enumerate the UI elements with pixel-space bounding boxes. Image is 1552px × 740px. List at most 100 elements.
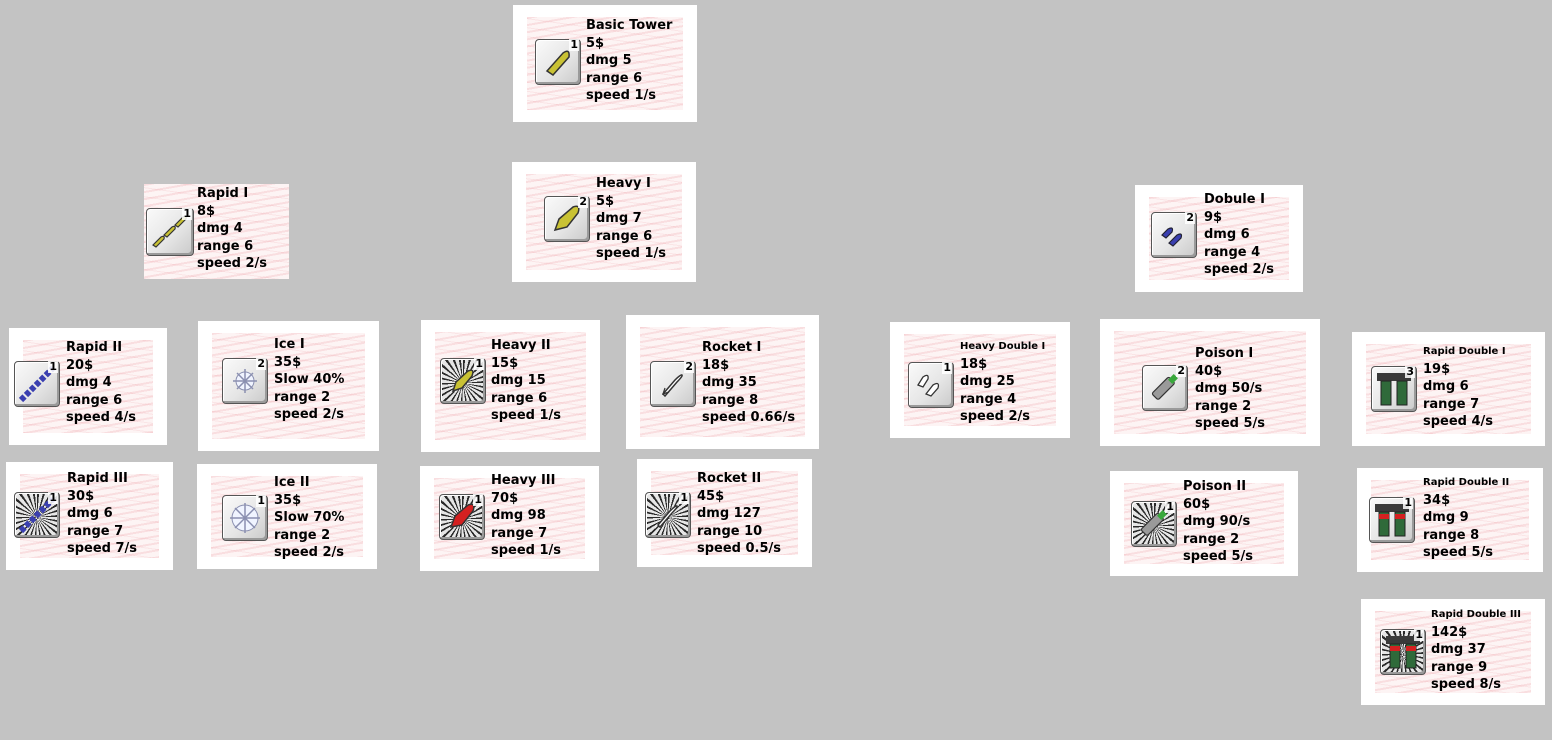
tower-effect: Slow 70% [274, 510, 345, 525]
tower-cost: 18$ [960, 356, 988, 372]
rapid-chain-burst-icon[interactable]: 1 [14, 492, 60, 538]
twin-barrel-red-burst-icon[interactable]: 1 [1380, 629, 1426, 675]
rocket-burst-icon[interactable]: 1 [645, 492, 691, 538]
tower-speed: speed 1/s [491, 408, 562, 423]
tower-level: 1 [1414, 628, 1424, 641]
poison-canister-icon[interactable]: 2 [1142, 365, 1188, 411]
tower-level: 1 [569, 38, 579, 51]
tower-speed: speed 7/s [67, 541, 138, 556]
tower-cost: 35$ [274, 492, 302, 508]
tower-card-ice-1[interactable]: 2 Ice I 35$ Slow 40% range 2 speed 2/s [198, 321, 379, 451]
tower-cost: 60$ [1183, 496, 1211, 512]
tower-damage: dmg 90/s [1183, 514, 1251, 529]
tower-cost: 45$ [697, 488, 725, 504]
tower-level: 2 [578, 195, 588, 208]
heavy-bullet-burst-icon[interactable]: 1 [440, 358, 486, 404]
tower-card-rapid-1[interactable]: 1 Rapid I 8$ dmg 4 range 6 speed 2/s [144, 184, 289, 279]
tower-card-ice-2[interactable]: 1 Ice II 35$ Slow 70% range 2 speed 2/s [197, 464, 377, 569]
snowflake-large-icon[interactable]: 1 [222, 495, 268, 541]
tower-speed: speed 5/s [1183, 549, 1254, 564]
tower-damage: dmg 25 [960, 374, 1015, 389]
tower-damage: dmg 6 [1423, 379, 1469, 394]
tower-level: 1 [256, 494, 266, 507]
tower-speed: speed 5/s [1195, 416, 1266, 431]
tower-card-rapid-3[interactable]: 1 Rapid III 30$ dmg 6 range 7 speed 7/s [6, 462, 173, 570]
tower-damage: dmg 127 [697, 506, 761, 521]
tower-level: 2 [256, 357, 266, 370]
twin-barrel-icon[interactable]: 3 [1371, 366, 1417, 412]
tower-name: Heavy I [596, 176, 651, 191]
tower-speed: speed 1/s [586, 88, 657, 103]
tower-speed: speed 4/s [66, 410, 137, 425]
tower-level: 2 [1185, 211, 1195, 224]
tower-damage: dmg 4 [197, 221, 243, 236]
tower-level: 1 [48, 491, 58, 504]
tower-card-heavy-1[interactable]: 2 Heavy I 5$ dmg 7 range 6 speed 1/s [512, 162, 696, 282]
tower-speed: speed 5/s [1423, 545, 1494, 560]
tower-range: range 6 [596, 228, 653, 244]
poison-canister-burst-icon[interactable]: 1 [1131, 501, 1177, 547]
tower-card-rapid-double-1[interactable]: 3 Rapid Double I 19$ dmg 6 range 7 speed… [1352, 332, 1545, 446]
tower-level: 1 [1403, 496, 1413, 509]
tower-card-poison-2[interactable]: 1 Poison II 60$ dmg 90/s range 2 speed 5… [1110, 471, 1298, 576]
tower-damage: dmg 9 [1423, 510, 1469, 525]
tower-speed: speed 2/s [274, 407, 345, 422]
tower-cost: 9$ [1204, 209, 1223, 225]
tower-card-rapid-2[interactable]: 1 Rapid II 20$ dmg 4 range 6 speed 4/s [9, 328, 167, 445]
tower-level: 1 [182, 207, 192, 220]
tower-name: Rocket I [702, 340, 762, 355]
tower-range: range 6 [586, 70, 643, 86]
tower-level: 1 [1165, 500, 1175, 513]
tower-speed: speed 2/s [274, 545, 345, 560]
tower-card-double-1[interactable]: 2 Dobule I 9$ dmg 6 range 4 speed 2/s [1135, 185, 1303, 292]
tower-card-rapid-double-2[interactable]: 1 Rapid Double II 34$ dmg 9 range 8 spee… [1357, 468, 1543, 572]
tower-card-rocket-2[interactable]: 1 Rocket II 45$ dmg 127 range 10 speed 0… [637, 459, 812, 567]
tower-speed: speed 2/s [960, 409, 1031, 424]
tower-cost: 5$ [596, 193, 615, 209]
tower-damage: dmg 50/s [1195, 381, 1263, 396]
tower-damage: dmg 35 [702, 375, 757, 390]
tower-card-heavy-2[interactable]: 1 Heavy II 15$ dmg 15 range 6 speed 1/s [421, 320, 600, 452]
tower-range: range 6 [491, 390, 548, 406]
tower-range: range 4 [960, 391, 1017, 407]
tower-range: range 8 [1423, 527, 1480, 543]
tower-range: range 8 [702, 392, 759, 408]
tower-name: Dobule I [1204, 192, 1265, 207]
red-heavy-bullet-burst-icon[interactable]: 1 [439, 494, 485, 540]
tower-level: 1 [474, 357, 484, 370]
rapid-chain-icon[interactable]: 1 [14, 361, 60, 407]
tower-speed: speed 1/s [491, 543, 562, 558]
rapid-bullets-icon[interactable]: 1 [146, 208, 194, 256]
tower-cost: 15$ [491, 355, 519, 371]
tower-card-rocket-1[interactable]: 2 Rocket I 18$ dmg 35 range 8 speed 0.66… [626, 315, 819, 449]
tower-card-heavy-double-1[interactable]: 1 Heavy Double I 18$ dmg 25 range 4 spee… [890, 322, 1070, 438]
snowflake-icon[interactable]: 2 [222, 358, 268, 404]
double-bullets-icon[interactable]: 2 [1151, 212, 1197, 258]
twin-barrel-red-icon[interactable]: 1 [1369, 497, 1415, 543]
heavy-bullet-icon[interactable]: 2 [544, 196, 590, 242]
tower-name: Ice II [274, 475, 310, 490]
rocket-icon[interactable]: 2 [650, 361, 696, 407]
tower-cost: 70$ [491, 490, 519, 506]
tower-damage: dmg 6 [1204, 227, 1250, 242]
tower-card-poison-1[interactable]: 2 Poison I 40$ dmg 50/s range 2 speed 5/… [1100, 319, 1320, 446]
tower-range: range 2 [274, 527, 331, 543]
tower-level: 1 [48, 360, 58, 373]
tower-card-basic[interactable]: 1 Basic Tower 5$ dmg 5 range 6 speed 1/s [513, 5, 697, 122]
tower-cost: 19$ [1423, 361, 1451, 377]
tower-damage: dmg 4 [66, 375, 112, 390]
tower-level: 2 [1176, 364, 1186, 377]
basic-bullet-icon[interactable]: 1 [535, 39, 581, 85]
tower-level: 2 [684, 360, 694, 373]
tower-name: Rapid II [66, 340, 123, 355]
tower-name: Rapid Double II [1423, 477, 1510, 488]
tower-card-heavy-3[interactable]: 1 Heavy III 70$ dmg 98 range 7 speed 1/s [420, 466, 599, 571]
tower-range: range 6 [197, 238, 254, 254]
tower-range: range 7 [491, 525, 548, 541]
tower-cost: 34$ [1423, 492, 1451, 508]
tower-range: range 7 [67, 523, 124, 539]
tower-card-rapid-double-3[interactable]: 1 Rapid Double III 142$ dmg 37 range 9 s… [1361, 599, 1545, 705]
tower-cost: 20$ [66, 357, 94, 373]
heavy-double-bullets-icon[interactable]: 1 [908, 362, 954, 408]
tower-cost: 40$ [1195, 363, 1223, 379]
